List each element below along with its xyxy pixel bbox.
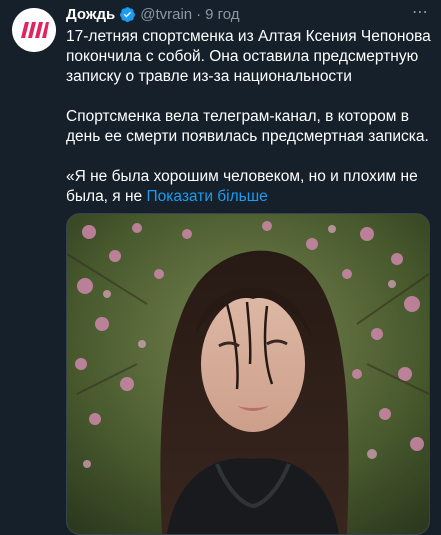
tweet-quote: «Я не была хорошим человеком, но и плохи… [66, 167, 436, 207]
avatar[interactable] [12, 8, 56, 52]
show-more-link[interactable]: Показати більше [147, 188, 268, 205]
author-handle[interactable]: @tvrain [140, 6, 192, 23]
tweet-paragraph: Спортсменка вела телеграм-канал, в котор… [66, 108, 429, 145]
verified-badge-icon [119, 6, 136, 23]
more-options-icon[interactable]: ⋯ [412, 2, 429, 22]
timestamp[interactable]: 9 год [205, 6, 239, 23]
tweet-paragraph: 17-летняя спортсменка из Алтая Ксения Че… [66, 28, 431, 85]
tweet-card[interactable]: Дождь @tvrain · 9 год ⋯ 17-летняя спортс… [0, 0, 441, 535]
tvrain-logo-icon [12, 8, 56, 52]
tweet-text: 17-летняя спортсменка из Алтая Ксения Че… [66, 27, 436, 207]
separator-dot: · [196, 5, 202, 23]
tweet-header: Дождь @tvrain · 9 год [66, 4, 431, 24]
author-name[interactable]: Дождь [66, 6, 115, 23]
photo-illustration [67, 214, 429, 534]
tweet-photo[interactable] [66, 213, 430, 535]
